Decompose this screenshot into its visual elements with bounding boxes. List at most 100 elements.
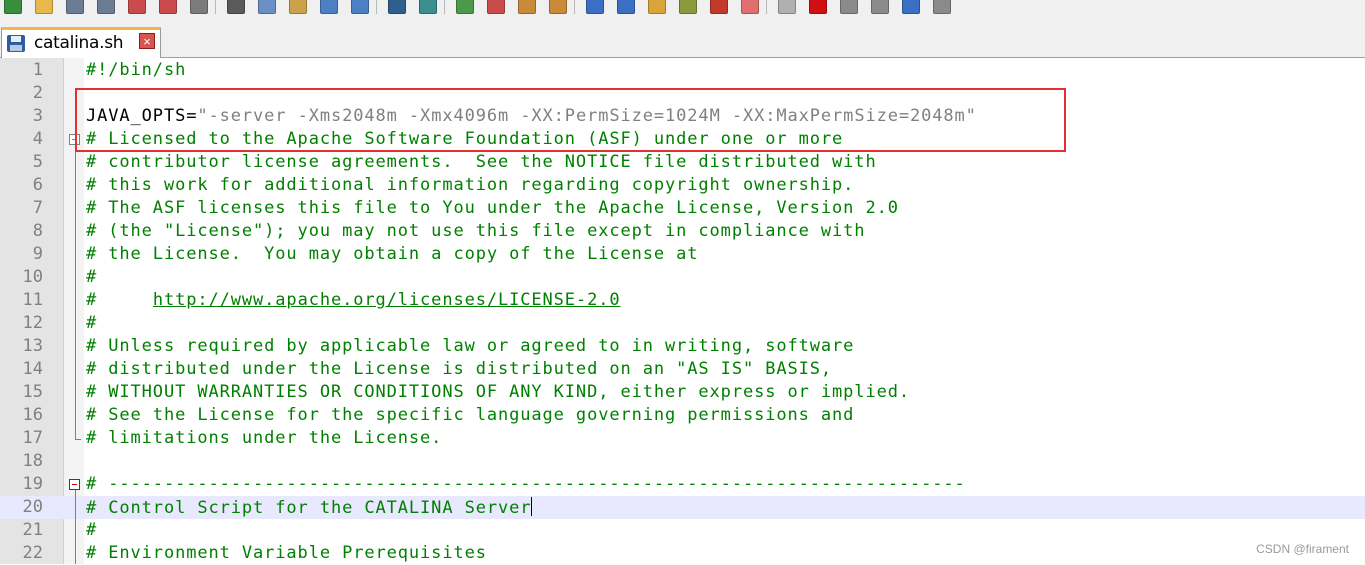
line-number: 19: [22, 474, 43, 494]
code-line[interactable]: 2: [0, 82, 1365, 105]
code-line[interactable]: 17 # limitations under the License.: [0, 427, 1365, 450]
code-line[interactable]: 4 # Licensed to the Apache Software Found…: [0, 128, 1365, 151]
code-text: # WITHOUT WARRANTIES OR CONDITIONS OF AN…: [86, 382, 910, 402]
line-number: 15: [22, 382, 43, 402]
save-icon[interactable]: [66, 0, 84, 14]
code-line[interactable]: 13 # Unless required by applicable law or…: [0, 335, 1365, 358]
code-text: #: [86, 313, 98, 333]
sync-horizontal-icon[interactable]: [549, 0, 567, 14]
toolbar-separator: [574, 0, 575, 14]
all-chars-icon[interactable]: [617, 0, 635, 14]
code-line[interactable]: 7 # The ASF licenses this file to You und…: [0, 197, 1365, 220]
replace-icon[interactable]: [419, 0, 437, 14]
code-text: #: [86, 267, 98, 287]
line-number: 1: [32, 60, 43, 80]
indent-guide-icon[interactable]: [648, 0, 666, 14]
line-number: 3: [32, 106, 43, 126]
code-text: # Environment Variable Prerequisites: [86, 543, 487, 563]
code-line[interactable]: 11 # http://www.apache.org/licenses/LICEN…: [0, 289, 1365, 312]
copy-icon[interactable]: [258, 0, 276, 14]
zoom-out-icon[interactable]: [487, 0, 505, 14]
udl-icon[interactable]: [679, 0, 697, 14]
stop-record-icon[interactable]: [840, 0, 858, 14]
line-number: 6: [32, 175, 43, 195]
license-link[interactable]: http://www.apache.org/licenses/LICENSE-2…: [153, 290, 621, 310]
fold-toggle-icon[interactable]: [69, 479, 80, 490]
code-text: # (the "License"); you may not use this …: [86, 221, 866, 241]
sync-vertical-icon[interactable]: [518, 0, 536, 14]
code-line[interactable]: 15 # WITHOUT WARRANTIES OR CONDITIONS OF …: [0, 381, 1365, 404]
code-text: # http://www.apache.org/licenses/LICENSE…: [86, 290, 621, 310]
doc-map-icon[interactable]: [710, 0, 728, 14]
zoom-in-icon[interactable]: [456, 0, 474, 14]
line-number: 10: [22, 267, 43, 287]
record-macro-icon[interactable]: [809, 0, 827, 14]
play-macro-icon[interactable]: [871, 0, 889, 14]
code-text: # the License. You may obtain a copy of …: [86, 244, 699, 264]
tab-bar: catalina.sh ×: [0, 16, 1365, 58]
save-macro-icon[interactable]: [933, 0, 951, 14]
new-file-icon[interactable]: [4, 0, 22, 14]
code-text: # See the License for the specific langu…: [86, 405, 855, 425]
code-line[interactable]: 16 # See the License for the specific lan…: [0, 404, 1365, 427]
code-line[interactable]: 18: [0, 450, 1365, 473]
code-line[interactable]: 6 # this work for additional information …: [0, 174, 1365, 197]
tab-label: catalina.sh: [34, 33, 124, 53]
toolbar-separator: [215, 0, 216, 14]
code-text: # this work for additional information r…: [86, 175, 855, 195]
tab-catalina-sh[interactable]: catalina.sh ×: [1, 27, 161, 58]
open-file-icon[interactable]: [35, 0, 53, 14]
code-line[interactable]: 21 #: [0, 519, 1365, 542]
line-number: 13: [22, 336, 43, 356]
fold-end-marker: [75, 439, 81, 440]
line-number: 12: [22, 313, 43, 333]
line-number: 14: [22, 359, 43, 379]
line-number: 4: [32, 129, 43, 149]
monitoring-icon[interactable]: [778, 0, 796, 14]
code-line[interactable]: 8 # (the "License"); you may not use this…: [0, 220, 1365, 243]
line-number: 22: [22, 543, 43, 563]
line-number: 20: [22, 497, 43, 517]
code-line[interactable]: 5 # contributor license agreements. See t…: [0, 151, 1365, 174]
code-line[interactable]: 20 # Control Script for the CATALINA Serv…: [0, 496, 1365, 519]
code-line[interactable]: 3 JAVA_OPTS="-server -Xms2048m -Xmx4096m …: [0, 105, 1365, 128]
code-text: #: [86, 520, 98, 540]
code-text: # The ASF licenses this file to You unde…: [86, 198, 899, 218]
close-all-icon[interactable]: [159, 0, 177, 14]
code-editor[interactable]: 1 #!/bin/sh 2 3 JAVA_OPTS="-server -Xms2048m…: [0, 58, 1365, 564]
line-number: 2: [32, 83, 43, 103]
paste-icon[interactable]: [289, 0, 307, 14]
redo-icon[interactable]: [351, 0, 369, 14]
saved-file-icon: [7, 35, 25, 52]
code-text: # limitations under the License.: [86, 428, 443, 448]
code-line[interactable]: 14 # distributed under the License is dis…: [0, 358, 1365, 381]
main-toolbar: [0, 0, 1365, 16]
cut-icon[interactable]: [227, 0, 245, 14]
save-all-icon[interactable]: [97, 0, 115, 14]
code-line[interactable]: 22 # Environment Variable Prerequisites: [0, 542, 1365, 565]
code-line[interactable]: 12 #: [0, 312, 1365, 335]
line-number: 7: [32, 198, 43, 218]
toolbar-separator: [444, 0, 445, 14]
code-line[interactable]: 9 # the License. You may obtain a copy of…: [0, 243, 1365, 266]
undo-icon[interactable]: [320, 0, 338, 14]
string-literal: "-server -Xms2048m -Xmx4096m -XX:PermSiz…: [197, 106, 977, 126]
code-text: JAVA_OPTS="-server -Xms2048m -Xmx4096m -…: [86, 106, 977, 126]
word-wrap-icon[interactable]: [586, 0, 604, 14]
print-icon[interactable]: [190, 0, 208, 14]
code-line[interactable]: 1 #!/bin/sh: [0, 59, 1365, 82]
fold-range-line: [75, 490, 76, 564]
run-macro-multiple-icon[interactable]: [902, 0, 920, 14]
code-text: # Licensed to the Apache Software Founda…: [86, 129, 844, 149]
find-icon[interactable]: [388, 0, 406, 14]
fold-toggle-icon[interactable]: [69, 134, 80, 145]
code-line[interactable]: 19 # ------------------------------------…: [0, 473, 1365, 496]
code-line[interactable]: 10 #: [0, 266, 1365, 289]
close-icon[interactable]: [128, 0, 146, 14]
fold-range-line: [75, 145, 76, 439]
watermark: CSDN @firament: [1256, 542, 1349, 556]
line-number: 9: [32, 244, 43, 264]
close-tab-icon[interactable]: ×: [139, 33, 155, 49]
line-number: 21: [22, 520, 43, 540]
function-list-icon[interactable]: [741, 0, 759, 14]
